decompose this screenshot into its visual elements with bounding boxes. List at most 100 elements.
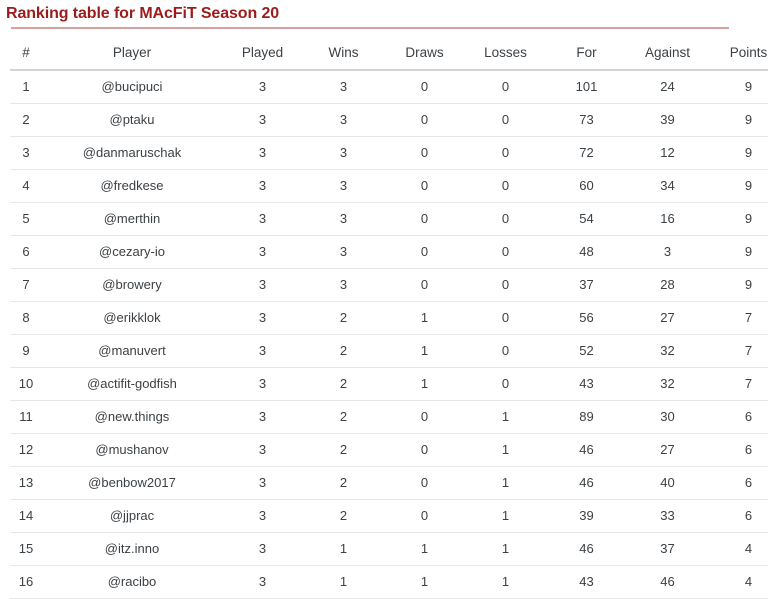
cell-for: 73 — [546, 103, 627, 137]
cell-rank: 4 — [10, 169, 42, 203]
cell-against: 3 — [627, 235, 708, 269]
cell-against: 16 — [627, 202, 708, 236]
cell-for: 72 — [546, 136, 627, 170]
cell-against: 32 — [627, 334, 708, 368]
cell-losses: 1 — [465, 565, 546, 599]
table-row: 1 @bucipuci 3 3 0 0 101 24 9 — [10, 70, 768, 104]
cell-for: 43 — [546, 367, 627, 401]
cell-wins: 2 — [303, 334, 384, 368]
cell-wins: 2 — [303, 400, 384, 434]
cell-rank: 13 — [10, 466, 42, 500]
cell-played: 3 — [222, 202, 303, 236]
cell-points: 4 — [708, 565, 768, 599]
cell-for: 48 — [546, 235, 627, 269]
cell-draws: 0 — [384, 268, 465, 302]
cell-played: 3 — [222, 268, 303, 302]
cell-wins: 2 — [303, 433, 384, 467]
cell-points: 9 — [708, 268, 768, 302]
cell-wins: 3 — [303, 268, 384, 302]
cell-for: 37 — [546, 268, 627, 302]
cell-losses: 1 — [465, 400, 546, 434]
cell-played: 3 — [222, 103, 303, 137]
cell-draws: 0 — [384, 103, 465, 137]
cell-player: @itz.inno — [42, 532, 222, 566]
cell-against: 46 — [627, 565, 708, 599]
cell-draws: 0 — [384, 169, 465, 203]
column-header-for: For — [546, 41, 627, 71]
cell-against: 12 — [627, 136, 708, 170]
cell-player: @browery — [42, 268, 222, 302]
cell-rank: 1 — [10, 70, 42, 104]
title-block: Ranking table for MAcFiT Season 20 — [0, 0, 768, 29]
cell-draws: 0 — [384, 466, 465, 500]
cell-rank: 8 — [10, 301, 42, 335]
ranking-table-container: # Player Played Wins Draws Losses For Ag… — [0, 41, 768, 599]
table-row: 5 @merthin 3 3 0 0 54 16 9 — [10, 202, 768, 236]
table-row: 12 @mushanov 3 2 0 1 46 27 6 — [10, 433, 768, 467]
cell-points: 6 — [708, 400, 768, 434]
column-header-draws: Draws — [384, 41, 465, 71]
title-divider — [11, 27, 729, 29]
cell-player: @bucipuci — [42, 70, 222, 104]
cell-rank: 11 — [10, 400, 42, 434]
cell-points: 6 — [708, 499, 768, 533]
cell-rank: 6 — [10, 235, 42, 269]
page-root: Ranking table for MAcFiT Season 20 # Pla… — [0, 0, 768, 599]
cell-points: 7 — [708, 301, 768, 335]
cell-against: 27 — [627, 301, 708, 335]
table-row: 4 @fredkese 3 3 0 0 60 34 9 — [10, 169, 768, 203]
cell-losses: 0 — [465, 268, 546, 302]
cell-points: 9 — [708, 136, 768, 170]
cell-draws: 1 — [384, 367, 465, 401]
cell-wins: 2 — [303, 466, 384, 500]
cell-points: 7 — [708, 334, 768, 368]
cell-rank: 12 — [10, 433, 42, 467]
cell-against: 39 — [627, 103, 708, 137]
cell-played: 3 — [222, 235, 303, 269]
cell-played: 3 — [222, 400, 303, 434]
cell-played: 3 — [222, 70, 303, 104]
cell-rank: 2 — [10, 103, 42, 137]
cell-played: 3 — [222, 367, 303, 401]
cell-points: 9 — [708, 169, 768, 203]
cell-against: 32 — [627, 367, 708, 401]
column-header-played: Played — [222, 41, 303, 71]
cell-losses: 1 — [465, 532, 546, 566]
table-row: 16 @racibo 3 1 1 1 43 46 4 — [10, 565, 768, 599]
cell-for: 54 — [546, 202, 627, 236]
cell-player: @ptaku — [42, 103, 222, 137]
cell-against: 40 — [627, 466, 708, 500]
cell-draws: 0 — [384, 499, 465, 533]
table-row: 10 @actifit-godfish 3 2 1 0 43 32 7 — [10, 367, 768, 401]
cell-played: 3 — [222, 301, 303, 335]
table-row: 6 @cezary-io 3 3 0 0 48 3 9 — [10, 235, 768, 269]
cell-losses: 1 — [465, 433, 546, 467]
cell-played: 3 — [222, 169, 303, 203]
cell-wins: 2 — [303, 367, 384, 401]
column-header-losses: Losses — [465, 41, 546, 71]
cell-draws: 0 — [384, 70, 465, 104]
cell-for: 56 — [546, 301, 627, 335]
cell-against: 24 — [627, 70, 708, 104]
table-row: 2 @ptaku 3 3 0 0 73 39 9 — [10, 103, 768, 137]
table-row: 3 @danmaruschak 3 3 0 0 72 12 9 — [10, 136, 768, 170]
cell-draws: 1 — [384, 301, 465, 335]
table-row: 14 @jjprac 3 2 0 1 39 33 6 — [10, 499, 768, 533]
cell-losses: 0 — [465, 367, 546, 401]
cell-player: @fredkese — [42, 169, 222, 203]
cell-against: 30 — [627, 400, 708, 434]
cell-player: @danmaruschak — [42, 136, 222, 170]
cell-player: @benbow2017 — [42, 466, 222, 500]
cell-player: @manuvert — [42, 334, 222, 368]
cell-wins: 2 — [303, 499, 384, 533]
table-row: 7 @browery 3 3 0 0 37 28 9 — [10, 268, 768, 302]
cell-points: 4 — [708, 532, 768, 566]
cell-played: 3 — [222, 334, 303, 368]
cell-for: 39 — [546, 499, 627, 533]
cell-for: 101 — [546, 70, 627, 104]
table-row: 11 @new.things 3 2 0 1 89 30 6 — [10, 400, 768, 434]
cell-for: 60 — [546, 169, 627, 203]
cell-played: 3 — [222, 466, 303, 500]
cell-player: @jjprac — [42, 499, 222, 533]
cell-for: 43 — [546, 565, 627, 599]
